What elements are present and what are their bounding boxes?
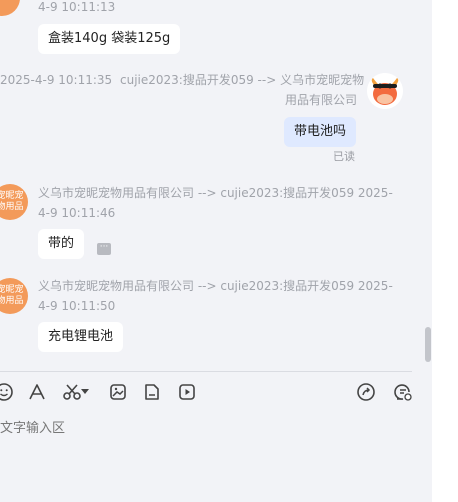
my-message-bubble[interactable]: 带电池吗	[284, 117, 357, 147]
image-icon[interactable]	[107, 381, 129, 403]
font-icon[interactable]	[26, 381, 48, 403]
message-input[interactable]: 文字输入区	[0, 417, 65, 436]
message-bubble[interactable]: 带的	[38, 229, 85, 259]
chat-history-icon[interactable]	[392, 381, 414, 403]
message-bubble[interactable]: 盒装140g 袋装125g	[38, 24, 181, 54]
chevron-down-icon[interactable]	[79, 381, 91, 403]
contact-avatar[interactable]	[0, 0, 20, 16]
message-bubble[interactable]: 充电锂电池	[38, 322, 124, 352]
message-timestamp: 2025-4-9 10:11:35	[0, 73, 113, 87]
share-icon[interactable]	[355, 381, 377, 403]
video-icon[interactable]	[176, 381, 198, 403]
message-header-line: 4-9 10:11:50	[38, 299, 116, 313]
message-header: 义乌市宠昵宠物用品有限公司 --> cujie2023:搜品开发059 2025…	[38, 184, 393, 222]
emoji-icon[interactable]	[0, 381, 15, 403]
avatar-text: 宠昵宠物用品	[0, 191, 24, 212]
message-header-line: 4-9 10:11:46	[38, 206, 116, 220]
message-timestamp: 4-9 10:11:13	[38, 0, 116, 14]
cow-avatar-icon	[367, 73, 403, 109]
contact-avatar[interactable]: 宠昵宠物用品	[0, 278, 28, 314]
right-panel	[432, 0, 458, 502]
toolbar-divider	[0, 371, 412, 372]
message-sender-line: cujie2023:搜品开发059 --> 义乌市宠昵宠物	[120, 73, 365, 87]
chat-scrollbar[interactable]	[425, 327, 431, 362]
message-header: 义乌市宠昵宠物用品有限公司 --> cujie2023:搜品开发059 2025…	[38, 277, 393, 315]
file-icon[interactable]	[141, 381, 163, 403]
chat-panel: 4-9 10:11:13 盒装140g 袋装125g 2025-4-9 10:1…	[0, 0, 432, 502]
contact-avatar[interactable]: 宠昵宠物用品	[0, 184, 28, 220]
message-header-line: 义乌市宠昵宠物用品有限公司 --> cujie2023:搜品开发059 2025…	[38, 186, 393, 200]
read-status: 已读	[333, 150, 355, 163]
my-avatar[interactable]	[367, 73, 403, 109]
message-sender-line: 用品有限公司	[285, 93, 358, 107]
message-header-line: 义乌市宠昵宠物用品有限公司 --> cujie2023:搜品开发059 2025…	[38, 279, 393, 293]
avatar-text: 宠昵宠物用品	[0, 285, 24, 306]
more-options-icon[interactable]: ···	[97, 243, 111, 255]
